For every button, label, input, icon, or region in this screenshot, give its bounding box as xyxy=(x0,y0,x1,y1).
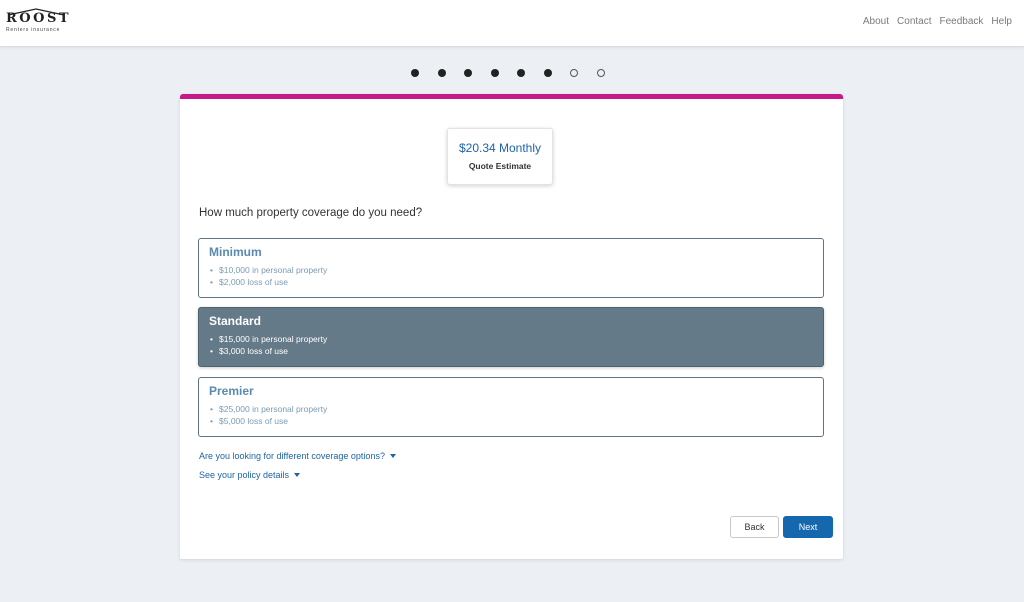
option-detail: $3,000 loss of use xyxy=(209,345,813,357)
progress-dot-complete xyxy=(411,69,419,77)
top-nav: About Contact Feedback Help xyxy=(863,16,1012,27)
option-details: $10,000 in personal property $2,000 loss… xyxy=(209,264,813,288)
roost-logo[interactable]: ROOST Renters insurance xyxy=(6,8,71,33)
caret-down-icon xyxy=(294,473,301,477)
policy-details-text: See your policy details xyxy=(199,470,290,480)
progress-dot-complete xyxy=(490,69,499,77)
option-detail: $15,000 in personal property xyxy=(209,333,813,345)
option-detail: $2,000 loss of use xyxy=(209,276,813,288)
nav-about[interactable]: About xyxy=(863,16,889,27)
quote-estimate-box: $20.34 Monthly Quote Estimate xyxy=(447,128,553,185)
nav-contact[interactable]: Contact xyxy=(897,16,931,27)
progress-dot-incomplete xyxy=(570,69,578,77)
option-premier[interactable]: Premier $25,000 in personal property $5,… xyxy=(198,377,824,437)
option-detail: $25,000 in personal property xyxy=(209,403,813,415)
logo-subtitle: Renters insurance xyxy=(6,27,61,33)
progress-dot-complete xyxy=(464,69,472,77)
option-title: Minimum xyxy=(209,245,262,259)
different-coverage-link[interactable]: Are you looking for different coverage o… xyxy=(199,451,396,461)
policy-details-link[interactable]: See your policy details xyxy=(199,470,301,480)
option-detail: $10,000 in personal property xyxy=(209,264,813,276)
option-minimum[interactable]: Minimum $10,000 in personal property $2,… xyxy=(198,238,824,298)
progress-dot-complete xyxy=(437,69,446,77)
option-details: $15,000 in personal property $3,000 loss… xyxy=(209,333,813,357)
coverage-question: How much property coverage do you need? xyxy=(199,207,423,219)
option-title: Premier xyxy=(209,384,254,398)
quote-label: Quote Estimate xyxy=(468,161,532,171)
roof-icon xyxy=(7,8,65,16)
quote-price: $20.34 Monthly xyxy=(458,141,542,155)
option-details: $25,000 in personal property $5,000 loss… xyxy=(209,403,813,427)
progress-dot-incomplete xyxy=(596,69,605,77)
nav-help[interactable]: Help xyxy=(991,16,1012,27)
progress-dot-complete xyxy=(517,69,525,77)
caret-down-icon xyxy=(389,454,396,458)
next-button[interactable]: Next xyxy=(783,516,833,538)
option-standard[interactable]: Standard $15,000 in personal property $3… xyxy=(198,307,824,367)
progress-dot-complete xyxy=(543,69,552,77)
option-detail: $5,000 loss of use xyxy=(209,415,813,427)
progress-dots xyxy=(411,69,605,77)
option-title: Standard xyxy=(209,314,262,328)
different-coverage-text: Are you looking for different coverage o… xyxy=(199,451,385,461)
coverage-card: $20.34 Monthly Quote Estimate How much p… xyxy=(180,94,843,559)
back-button[interactable]: Back xyxy=(730,516,779,538)
site-header: ROOST Renters insurance About Contact Fe… xyxy=(0,0,1024,47)
nav-feedback[interactable]: Feedback xyxy=(940,16,984,27)
